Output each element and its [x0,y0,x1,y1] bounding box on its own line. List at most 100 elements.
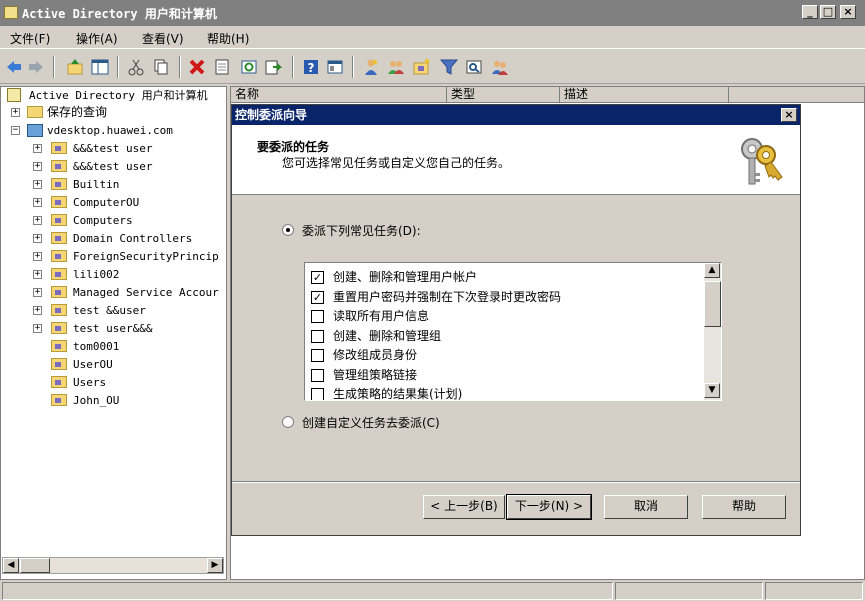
expand-icon[interactable]: + [33,270,42,279]
common-tasks-list[interactable]: ✓ 创建、删除和管理用户帐户 ✓ 重置用户密码并强制在下次登录时更改密码 读取所有用户信… [304,262,722,401]
tree-item-label: tom0001 [73,340,120,353]
expand-icon[interactable]: + [33,324,42,333]
tree-item-label: UserOU [73,358,113,371]
task-label: 修改组成员身份 [333,348,418,362]
expand-icon[interactable]: + [11,108,20,117]
export-icon[interactable] [264,58,282,76]
window-titlebar: Active Directory 用户和计算机 _ □ × [0,0,865,26]
column-header-name[interactable]: 名称 [231,87,447,103]
collapse-icon[interactable]: − [11,126,20,135]
up-icon[interactable] [66,58,84,76]
expand-icon[interactable]: + [33,252,42,261]
dialog-subheading: 您可选择常见任务或自定义您自己的任务。 [282,156,511,170]
add-to-group-icon[interactable] [491,58,509,76]
scroll-thumb[interactable] [704,281,721,327]
tree-horizontal-scrollbar[interactable]: ◀ ▶ [2,557,224,574]
new-user-icon[interactable] [362,58,380,76]
radio-common-tasks[interactable] [282,224,294,236]
close-window-button[interactable]: × [840,5,856,19]
tree-item-label: lili002 [73,268,120,281]
minimize-button[interactable]: _ [802,5,818,19]
toolbar-separator [179,56,181,78]
filter-icon[interactable] [440,58,458,76]
radio-custom-task[interactable] [282,416,294,428]
scroll-right-icon[interactable]: ▶ [207,558,223,573]
delete-icon[interactable] [188,58,206,76]
task-checkbox[interactable] [311,310,324,323]
task-checkbox[interactable] [311,329,324,343]
menu-action[interactable]: 操作(A) [76,30,118,47]
tree-root-label: Active Directory 用户和计算机 [29,89,208,102]
expand-icon[interactable]: + [33,234,42,243]
ad-app-icon [4,6,18,19]
column-header-description[interactable]: 描述 [560,87,729,103]
ou-folder-icon [51,340,67,352]
help-button[interactable]: 帮助 [702,495,786,519]
back-button[interactable]: < 上一步(B) [423,495,505,519]
dialog-heading: 要委派的任务 [257,140,330,154]
status-cell [2,582,613,600]
scroll-left-icon[interactable]: ◀ [3,558,19,573]
expand-icon[interactable]: + [33,144,42,153]
help-icon[interactable]: ? [302,58,320,76]
tree-item-label: &&&test user [73,160,153,173]
dialog-titlebar: 控制委派向导 × [232,105,800,125]
tree-item-label: Domain Controllers [73,232,193,245]
ou-folder-icon [51,286,67,298]
next-button[interactable]: 下一步(N) > [506,494,592,520]
tree-item-label: ComputerOU [73,196,140,209]
tasks-vertical-scrollbar[interactable]: ▲ ▼ [704,263,721,400]
task-checkbox[interactable]: ✓ [311,290,324,304]
task-checkbox[interactable]: ✓ [311,271,324,284]
copy-icon[interactable] [152,58,170,76]
toolbar-separator [53,56,55,78]
expand-icon[interactable]: + [33,162,42,171]
expand-icon[interactable]: + [33,180,42,189]
menu-bar: 文件(F) 操作(A) 查看(V) 帮助(H) [0,26,865,48]
column-header-empty [729,87,864,103]
task-checkbox[interactable] [311,349,324,362]
tree-item-label: Computers [73,214,133,227]
window-title: Active Directory 用户和计算机 [22,7,217,21]
expand-icon[interactable]: + [33,198,42,207]
back-icon[interactable] [5,58,23,76]
expand-icon[interactable]: + [33,288,42,297]
tree-item-label: Users [73,376,107,389]
scroll-up-icon[interactable]: ▲ [704,263,720,278]
radio-common-tasks-label[interactable]: 委派下列常见任务(D): [302,222,421,239]
ou-folder-icon [51,358,67,370]
expand-icon[interactable]: + [33,216,42,225]
console-icon[interactable] [326,58,344,76]
properties-icon[interactable] [213,58,231,76]
ou-folder-icon [51,142,67,154]
task-label: 重置用户密码并强制在下次登录时更改密码 [333,289,562,304]
console-tree[interactable]: Active Directory 用户和计算机 + 保存的查询 − vdeskt… [0,86,227,580]
ou-folder-icon [51,232,67,244]
dialog-close-button[interactable]: × [781,108,797,122]
menu-file[interactable]: 文件(F) [10,30,50,47]
menu-view[interactable]: 查看(V) [142,30,184,47]
maximize-button[interactable]: □ [820,5,836,19]
delegation-wizard-dialog: 控制委派向导 × 要委派的任务 您可选择常见任务或自定义您自己的任务。 委派下列… [231,104,801,536]
forward-icon[interactable] [27,58,45,76]
task-checkbox[interactable] [311,368,324,382]
ou-folder-icon [51,214,67,226]
find-icon[interactable] [465,58,483,76]
new-ou-icon[interactable] [413,58,431,76]
cancel-button[interactable]: 取消 [604,495,688,519]
dialog-header: 要委派的任务 您可选择常见任务或自定义您自己的任务。 [232,125,800,195]
cut-icon[interactable] [127,58,145,76]
scroll-down-icon[interactable]: ▼ [704,383,720,398]
tree-item-label: Builtin [73,178,120,191]
status-bar [0,580,865,601]
radio-custom-task-label[interactable]: 创建自定义任务去委派(C) [302,414,440,431]
new-group-icon[interactable] [387,58,405,76]
expand-icon[interactable]: + [33,306,42,315]
menu-help[interactable]: 帮助(H) [207,30,249,47]
refresh-icon[interactable] [240,58,258,76]
tree-item-label: John_OU [73,394,120,407]
column-header-type[interactable]: 类型 [447,87,560,103]
scroll-thumb[interactable] [20,558,50,573]
show-hide-tree-icon[interactable] [91,58,109,76]
task-checkbox[interactable] [311,388,324,400]
